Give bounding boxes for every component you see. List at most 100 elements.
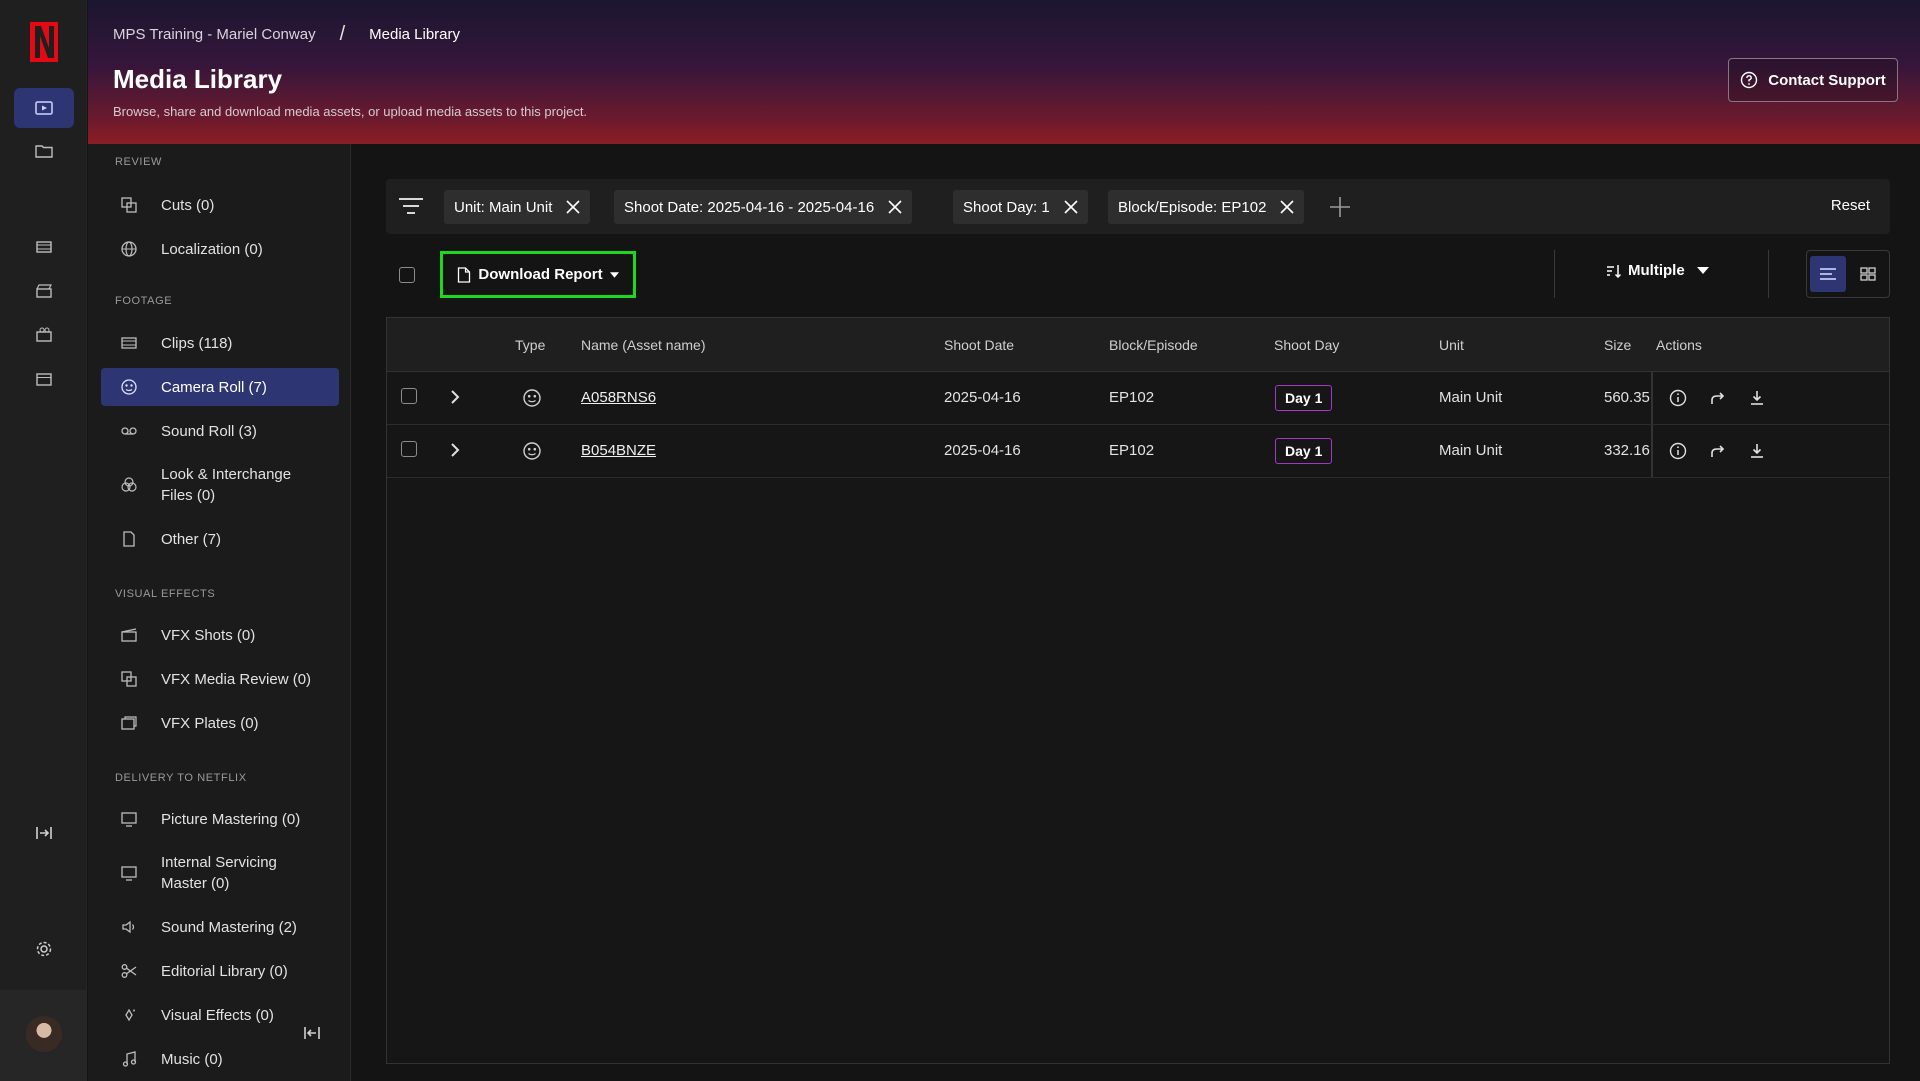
user-avatar[interactable] [26, 1016, 62, 1052]
rail-film-button[interactable] [14, 227, 74, 267]
sidebar-item-vfx-media-review[interactable]: VFX Media Review (0) [101, 660, 339, 698]
column-shoot-date[interactable]: Shoot Date [944, 337, 1014, 353]
view-mode-toggle [1806, 250, 1890, 298]
download-button[interactable] [1746, 387, 1768, 409]
left-rail [0, 0, 87, 1081]
document-icon [458, 266, 471, 283]
grid-view-button[interactable] [1850, 256, 1886, 292]
share-arrow-icon [1711, 392, 1725, 404]
filter-chip-shoot-day[interactable]: Shoot Day: 1 [953, 190, 1088, 224]
table-header: Type Name (Asset name) Shoot Date Block/… [387, 318, 1889, 372]
shoot-date-cell: 2025-04-16 [944, 442, 1021, 459]
camera-reel-icon [523, 389, 541, 407]
sidebar-item-camera-roll[interactable]: Camera Roll (7) [101, 368, 339, 406]
rail-calendar-button[interactable] [14, 359, 74, 399]
breadcrumb: MPS Training - Mariel Conway / Media Lib… [113, 23, 460, 46]
shoot-date-cell: 2025-04-16 [944, 389, 1021, 406]
table-row[interactable]: B054BNZE 2025-04-16 EP102 Day 1 Main Uni… [387, 425, 1889, 478]
sidebar-item-sound-mastering[interactable]: Sound Mastering (2) [101, 908, 339, 946]
download-button[interactable] [1746, 440, 1768, 462]
sort-dropdown[interactable]: Multiple [1606, 262, 1709, 279]
camera-icon [36, 327, 52, 342]
share-arrow-icon [1711, 445, 1725, 457]
section-delivery: DELIVERY TO NETFLIX [115, 772, 247, 784]
column-unit[interactable]: Unit [1439, 337, 1464, 353]
sidebar-item-editorial-library[interactable]: Editorial Library (0) [101, 952, 339, 990]
clapperboard-icon [119, 625, 139, 645]
filter-bar: Unit: Main Unit Shoot Date: 2025-04-16 -… [386, 179, 1890, 234]
sidebar-item-clips[interactable]: Clips (118) [101, 324, 339, 362]
chevron-right-icon[interactable] [449, 442, 461, 458]
select-all-checkbox[interactable] [399, 267, 415, 283]
close-icon[interactable] [566, 200, 580, 214]
row-checkbox[interactable] [401, 441, 417, 457]
download-icon [1751, 444, 1763, 458]
share-button[interactable] [1707, 387, 1729, 409]
share-button[interactable] [1707, 440, 1729, 462]
rail-settings-button[interactable] [14, 929, 74, 969]
page-subtitle: Browse, share and download media assets,… [113, 104, 588, 119]
filter-chip-shoot-date[interactable]: Shoot Date: 2025-04-16 - 2025-04-16 [614, 190, 913, 224]
collapse-sidebar-button[interactable] [299, 1020, 325, 1046]
close-icon[interactable] [888, 200, 902, 214]
sidebar-item-localization[interactable]: Localization (0) [101, 230, 339, 268]
document-icon [119, 529, 139, 549]
sidebar-item-label: Clips (118) [161, 334, 233, 352]
info-button[interactable] [1667, 440, 1689, 462]
sidebar-item-other[interactable]: Other (7) [101, 520, 339, 558]
info-icon [1669, 442, 1687, 460]
add-filter-icon[interactable] [1328, 195, 1352, 219]
contact-support-button[interactable]: Contact Support [1728, 58, 1898, 102]
close-icon[interactable] [1064, 200, 1078, 214]
sidebar-item-cuts[interactable]: Cuts (0) [101, 186, 339, 224]
sidebar-item-label: VFX Plates (0) [161, 714, 259, 732]
sidebar-item-label: Camera Roll (7) [161, 378, 267, 396]
speaker-icon [119, 917, 139, 937]
film-icon [36, 241, 52, 253]
reset-filters-button[interactable]: Reset [1831, 197, 1870, 214]
netflix-logo [30, 22, 58, 62]
sidebar-item-label: Internal Servicing Master (0) [161, 854, 277, 892]
rail-folder-button[interactable] [14, 131, 74, 171]
column-size[interactable]: Size [1604, 337, 1631, 353]
column-shoot-day[interactable]: Shoot Day [1274, 337, 1339, 353]
section-review: REVIEW [115, 156, 162, 168]
filter-chip-block-episode[interactable]: Block/Episode: EP102 [1108, 190, 1305, 224]
filter-icon[interactable] [398, 195, 424, 217]
table-row[interactable]: A058RNS6 2025-04-16 EP102 Day 1 Main Uni… [387, 372, 1889, 425]
breadcrumb-separator: / [339, 23, 346, 45]
grid-view-icon [1860, 267, 1876, 281]
filter-chip-label: Unit: Main Unit [454, 198, 553, 216]
media-play-icon [35, 101, 53, 115]
size-cell: 332.16 [1604, 442, 1650, 459]
column-actions: Actions [1656, 337, 1702, 353]
asset-name-link[interactable]: B054BNZE [581, 442, 656, 459]
sidebar-item-picture-mastering[interactable]: Picture Mastering (0) [101, 800, 339, 838]
column-type[interactable]: Type [515, 337, 545, 353]
sidebar-item-label: Look & Interchange Files (0) [161, 466, 292, 504]
chevron-right-icon[interactable] [449, 389, 461, 405]
rail-expand-button[interactable] [14, 813, 74, 853]
rail-camera-button[interactable] [14, 315, 74, 355]
list-view-button[interactable] [1810, 256, 1846, 292]
sidebar-item-label: Picture Mastering (0) [161, 810, 301, 828]
asset-name-link[interactable]: A058RNS6 [581, 389, 656, 406]
sidebar-item-label: VFX Shots (0) [161, 626, 256, 644]
column-block-episode[interactable]: Block/Episode [1109, 337, 1198, 353]
rail-media-library-button[interactable] [14, 88, 74, 128]
row-checkbox[interactable] [401, 388, 417, 404]
camera-reel-icon [119, 377, 139, 397]
close-icon[interactable] [1280, 200, 1295, 214]
sidebar-item-sound-roll[interactable]: Sound Roll (3) [101, 412, 339, 450]
column-name[interactable]: Name (Asset name) [581, 337, 705, 353]
sidebar-item-look-files[interactable]: Look & Interchange Files (0) [101, 456, 339, 514]
rail-clapper-button[interactable] [14, 271, 74, 311]
info-button[interactable] [1667, 387, 1689, 409]
filter-chip-unit[interactable]: Unit: Main Unit [444, 190, 591, 224]
sidebar-item-internal-servicing[interactable]: Internal Servicing Master (0) [101, 844, 339, 902]
download-report-button[interactable]: Download Report [440, 251, 636, 298]
sidebar-item-vfx-plates[interactable]: VFX Plates (0) [101, 704, 339, 742]
breadcrumb-project[interactable]: MPS Training - Mariel Conway [113, 26, 316, 43]
music-note-icon [119, 1049, 139, 1069]
sidebar-item-vfx-shots[interactable]: VFX Shots (0) [101, 616, 339, 654]
